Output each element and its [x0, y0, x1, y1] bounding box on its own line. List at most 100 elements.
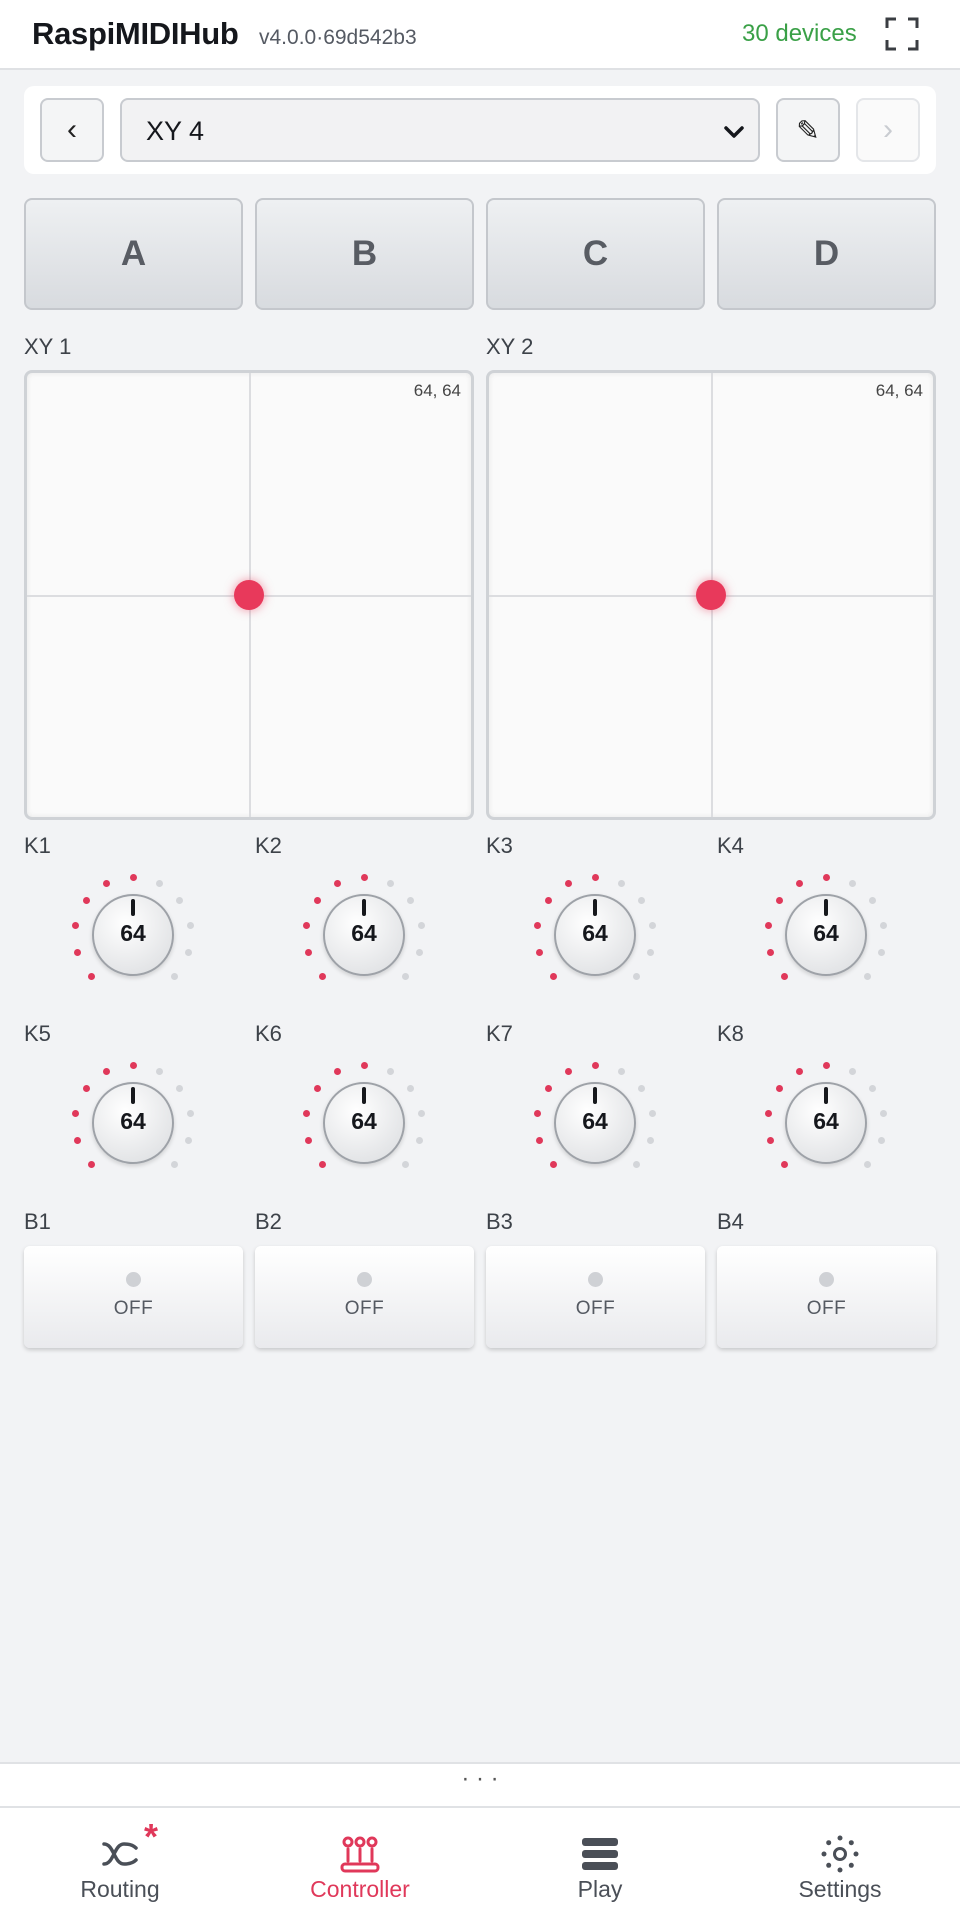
bank-button-c[interactable]: C — [486, 198, 705, 310]
led-indicator — [588, 1272, 603, 1287]
nav-controller-label: Controller — [310, 1876, 410, 1902]
knob-tick — [184, 949, 192, 957]
knob-tick — [781, 972, 789, 980]
xy-value-readout: 64, 64 — [875, 381, 923, 400]
knob-tick — [82, 1085, 90, 1093]
knob-tick — [74, 1137, 82, 1145]
knob-tick — [822, 873, 830, 881]
fullscreen-icon[interactable] — [884, 16, 920, 52]
knob[interactable]: 64 — [530, 870, 660, 1000]
knob-tick — [648, 922, 656, 930]
knob-tick — [617, 879, 625, 887]
knob-tick — [334, 1067, 342, 1075]
knob[interactable]: 64 — [299, 1058, 429, 1188]
knob[interactable]: 64 — [68, 870, 198, 1000]
knob-tick — [544, 897, 552, 905]
routing-badge: * — [144, 1816, 159, 1857]
knob-tick — [129, 873, 137, 881]
preset-select-value: XY 4 — [146, 116, 205, 146]
knob-tick — [822, 1061, 830, 1069]
knob-tick — [303, 922, 311, 930]
app-header: RaspiMIDIHub v4.0.0·69d542b3 30 devices — [0, 0, 960, 70]
knob-pointer — [593, 899, 597, 916]
bank-button-b[interactable]: B — [255, 198, 474, 310]
knob-tick — [767, 949, 775, 957]
knob-tick — [638, 1085, 646, 1093]
knob-pointer — [131, 899, 135, 916]
knob[interactable]: 64 — [68, 1058, 198, 1188]
knob-tick — [88, 1160, 96, 1168]
knob-tick — [74, 949, 82, 957]
toggle-button[interactable]: OFF — [717, 1246, 936, 1348]
xy-pad[interactable]: 64, 64 — [486, 370, 936, 820]
knob-tick — [863, 1160, 871, 1168]
xy-pad[interactable]: 64, 64 — [24, 370, 474, 820]
knob-label: K1 — [24, 833, 51, 858]
knob-tick — [534, 1110, 542, 1118]
layers-icon — [582, 1838, 618, 1870]
knob-tick — [303, 1110, 311, 1118]
knob-tick — [534, 922, 542, 930]
toggle-button[interactable]: OFF — [486, 1246, 705, 1348]
knob-label: K6 — [255, 1021, 282, 1046]
xy-pad-label: XY 2 — [486, 334, 534, 359]
routing-icon — [102, 1842, 138, 1866]
knob[interactable]: 64 — [761, 870, 891, 1000]
devices-status[interactable]: 30 devices — [742, 20, 857, 48]
knob-label: K2 — [255, 833, 282, 858]
knob-tick — [565, 879, 573, 887]
knob-pointer — [362, 1087, 366, 1104]
knob-tick — [184, 1137, 192, 1145]
preset-select[interactable]: XY 4 — [120, 98, 760, 162]
next-preset-button[interactable]: › — [856, 98, 920, 162]
preset-bar: ‹ XY 4 ✎ › — [24, 86, 936, 174]
prev-preset-button[interactable]: ‹ — [40, 98, 104, 162]
knob-tick — [170, 972, 178, 980]
bank-button-d[interactable]: D — [717, 198, 936, 310]
knob-tick — [313, 897, 321, 905]
nav-controller[interactable]: Controller — [240, 1808, 480, 1920]
xy-handle[interactable] — [234, 580, 264, 610]
knob-tick — [632, 1160, 640, 1168]
knob-tick — [103, 879, 111, 887]
nav-settings[interactable]: Settings — [720, 1808, 960, 1920]
toggle-button[interactable]: OFF — [24, 1246, 243, 1348]
knob[interactable]: 64 — [299, 870, 429, 1000]
nav-routing[interactable]: * Routing — [0, 1808, 240, 1920]
drawer-handle[interactable]: · · · — [0, 1762, 960, 1808]
knob-label: K3 — [486, 833, 513, 858]
led-indicator — [819, 1272, 834, 1287]
knob-tick — [313, 1085, 321, 1093]
knob-label: K8 — [717, 1021, 744, 1046]
nav-play[interactable]: Play — [480, 1808, 720, 1920]
knob-tick — [360, 873, 368, 881]
knob-tick — [305, 949, 313, 957]
edit-preset-button[interactable]: ✎ — [776, 98, 840, 162]
button-label: B4 — [717, 1209, 744, 1234]
knob-tick — [386, 879, 394, 887]
knob[interactable]: 64 — [530, 1058, 660, 1188]
knob-tick — [72, 1110, 80, 1118]
knob-value: 64 — [351, 920, 377, 946]
knob-value: 64 — [120, 1108, 146, 1134]
xy-value-readout: 64, 64 — [413, 381, 461, 400]
knob-tick — [401, 1160, 409, 1168]
knob-tick — [879, 1110, 887, 1118]
knob-tick — [319, 972, 327, 980]
chevron-down-icon — [724, 126, 744, 138]
knob-tick — [186, 922, 194, 930]
knob-tick — [565, 1067, 573, 1075]
knob-tick — [591, 873, 599, 881]
knob-value: 64 — [120, 920, 146, 946]
knob-tick — [767, 1137, 775, 1145]
toggle-state: OFF — [113, 1298, 154, 1319]
xy-handle[interactable] — [696, 580, 726, 610]
knob-tick — [415, 1137, 423, 1145]
knob-tick — [877, 1137, 885, 1145]
knob-tick — [186, 1110, 194, 1118]
knob[interactable]: 64 — [761, 1058, 891, 1188]
knob-pointer — [131, 1087, 135, 1104]
bank-button-a[interactable]: A — [24, 198, 243, 310]
knob-tick — [775, 1085, 783, 1093]
toggle-button[interactable]: OFF — [255, 1246, 474, 1348]
